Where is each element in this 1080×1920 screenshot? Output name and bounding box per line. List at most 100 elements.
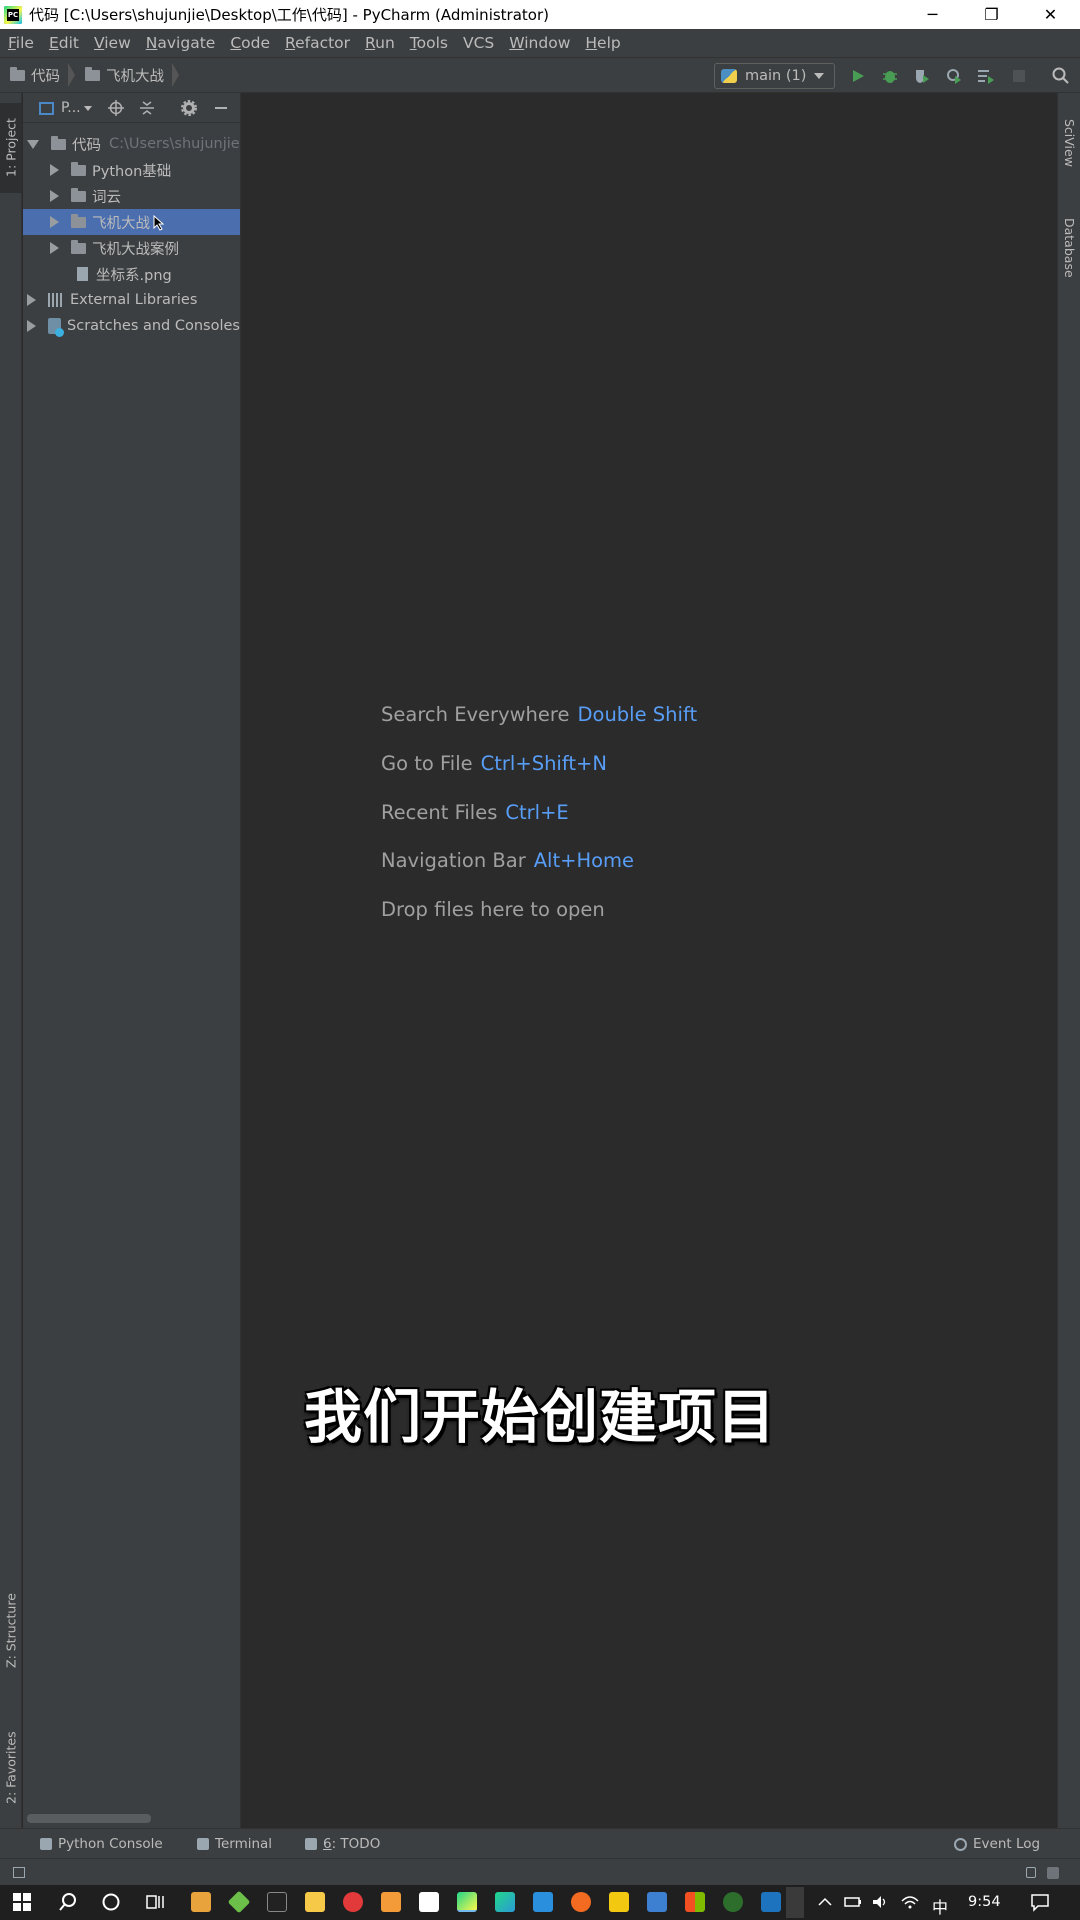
menu-navigate[interactable]: Navigate bbox=[146, 34, 216, 52]
tool-windows-toggle-icon[interactable] bbox=[13, 1867, 25, 1878]
project-view-selector[interactable]: P... bbox=[39, 100, 92, 116]
app-icon-blue[interactable] bbox=[647, 1892, 667, 1912]
wifi-icon[interactable] bbox=[900, 1892, 920, 1912]
tab-todo[interactable]: 6: TODO bbox=[305, 1836, 380, 1852]
menu-edit[interactable]: Edit bbox=[49, 34, 79, 52]
hide-panel-button[interactable] bbox=[213, 100, 229, 116]
tab-event-log[interactable]: Event Log bbox=[954, 1836, 1040, 1852]
tab-structure[interactable]: Z: Structure bbox=[0, 1583, 22, 1678]
taskbar-scroll-button[interactable] bbox=[786, 1887, 804, 1918]
cortana-icon[interactable] bbox=[101, 1892, 121, 1912]
search-icon[interactable] bbox=[58, 1892, 78, 1912]
stop-button[interactable] bbox=[1010, 67, 1028, 85]
hint-shortcut: Ctrl+E bbox=[505, 801, 569, 824]
breadcrumb-current-label: 飞机大战 bbox=[106, 68, 164, 85]
close-button[interactable]: ✕ bbox=[1021, 0, 1080, 29]
library-icon bbox=[48, 293, 64, 307]
run-with-coverage-button[interactable] bbox=[913, 67, 931, 85]
tree-root[interactable]: 代码 C:\Users\shujunjie bbox=[23, 131, 240, 157]
tab-favorites[interactable]: 2: Favorites bbox=[0, 1713, 22, 1823]
tab-project[interactable]: 1: Project bbox=[0, 103, 22, 193]
profile-button[interactable] bbox=[945, 67, 963, 85]
lock-icon[interactable] bbox=[1026, 1867, 1036, 1878]
breadcrumb-root[interactable]: 代码 bbox=[0, 63, 66, 87]
inspector-icon[interactable] bbox=[1047, 1867, 1059, 1879]
menu-window[interactable]: Window bbox=[509, 34, 570, 52]
hint-shortcut: Alt+Home bbox=[533, 849, 635, 872]
menu-tools[interactable]: Tools bbox=[410, 34, 448, 52]
editor-empty-area[interactable]: Search Everywhere Double Shift Go to File… bbox=[241, 93, 1057, 1828]
tab-python-console[interactable]: Python Console bbox=[40, 1836, 163, 1852]
tab-terminal[interactable]: Terminal bbox=[197, 1836, 272, 1852]
locate-file-button[interactable] bbox=[108, 100, 124, 116]
notes-app-icon[interactable] bbox=[305, 1892, 325, 1912]
tree-item-label: 词云 bbox=[92, 189, 121, 206]
concurrency-button[interactable] bbox=[977, 67, 995, 85]
tree-item-scratches[interactable]: Scratches and Consoles bbox=[23, 313, 240, 339]
python-console-icon bbox=[40, 1838, 52, 1850]
menu-run[interactable]: Run bbox=[365, 34, 395, 52]
battery-icon[interactable] bbox=[843, 1892, 863, 1912]
folder-icon bbox=[71, 187, 86, 202]
notification-icon[interactable] bbox=[1030, 1892, 1050, 1912]
app-icon-window[interactable] bbox=[761, 1892, 781, 1912]
netease-music-icon[interactable] bbox=[343, 1892, 363, 1912]
sublime-text-icon[interactable] bbox=[381, 1892, 401, 1912]
app-icon-green[interactable] bbox=[723, 1892, 743, 1912]
settings-button[interactable] bbox=[181, 100, 197, 116]
tree-item-label: Python基础 bbox=[92, 163, 172, 180]
bug-icon bbox=[883, 71, 897, 83]
vscode-icon[interactable] bbox=[533, 1892, 553, 1912]
search-everywhere-button[interactable] bbox=[1052, 67, 1070, 85]
hint-search-everywhere: Search Everywhere Double Shift bbox=[381, 703, 697, 726]
tree-item-external-libraries[interactable]: External Libraries bbox=[23, 287, 240, 313]
menu-help[interactable]: Help bbox=[585, 34, 620, 52]
hint-label: Navigation Bar bbox=[381, 849, 526, 872]
terminal-app-icon[interactable] bbox=[267, 1892, 287, 1912]
hint-shortcut: Double Shift bbox=[577, 703, 698, 726]
crosshair-icon bbox=[108, 100, 124, 116]
tree-item-plane-war-case[interactable]: 飞机大战案例 bbox=[23, 235, 240, 261]
debug-button[interactable] bbox=[881, 67, 899, 85]
app-icon-multicolor[interactable] bbox=[685, 1892, 705, 1912]
tree-item-png-file[interactable]: 坐标系.png bbox=[23, 261, 240, 287]
git-app-icon[interactable] bbox=[227, 1890, 251, 1914]
input-method-indicator[interactable]: 中 bbox=[932, 1894, 948, 1918]
tree-item-python-basics[interactable]: Python基础 bbox=[23, 157, 240, 183]
run-button[interactable] bbox=[849, 67, 867, 85]
windows-start-icon[interactable] bbox=[12, 1892, 32, 1912]
menu-code[interactable]: Code bbox=[230, 34, 270, 52]
python-icon bbox=[721, 69, 737, 83]
task-view-icon[interactable] bbox=[145, 1892, 165, 1912]
volume-icon[interactable] bbox=[870, 1892, 890, 1912]
tree-item-plane-war[interactable]: 飞机大战 bbox=[23, 209, 240, 235]
menu-refactor[interactable]: Refactor bbox=[285, 34, 350, 52]
run-configuration-select[interactable]: main (1) bbox=[714, 63, 835, 89]
minimize-icon bbox=[215, 107, 227, 109]
tree-item-label: External Libraries bbox=[70, 292, 198, 308]
restore-button[interactable]: ❐ bbox=[962, 0, 1021, 29]
breadcrumb-current[interactable]: 飞机大战 bbox=[75, 63, 170, 87]
clion-app-icon[interactable] bbox=[495, 1892, 515, 1912]
app-icon-orange[interactable] bbox=[571, 1892, 591, 1912]
typora-app-icon[interactable] bbox=[419, 1892, 439, 1912]
menu-file[interactable]: File bbox=[8, 34, 34, 52]
terminal-icon bbox=[197, 1838, 209, 1850]
tab-sciview[interactable]: SciView bbox=[1058, 103, 1080, 183]
folder-icon bbox=[10, 66, 25, 81]
horizontal-scrollbar[interactable] bbox=[27, 1814, 151, 1823]
menu-vcs[interactable]: VCS bbox=[463, 34, 494, 52]
folder-icon bbox=[71, 239, 86, 254]
pycharm-taskbar-icon[interactable] bbox=[457, 1892, 477, 1912]
clock[interactable]: 9:54 bbox=[968, 1894, 1001, 1910]
app-icon-1[interactable] bbox=[191, 1892, 211, 1912]
chevron-up-icon[interactable] bbox=[815, 1892, 835, 1912]
breadcrumb-separator bbox=[68, 63, 75, 87]
collapse-all-button[interactable] bbox=[139, 100, 155, 116]
tree-item-wordcloud[interactable]: 词云 bbox=[23, 183, 240, 209]
todo-list-icon bbox=[305, 1838, 317, 1850]
tab-database[interactable]: Database bbox=[1058, 203, 1080, 293]
menu-view[interactable]: View bbox=[94, 34, 131, 52]
minimize-button[interactable]: ─ bbox=[903, 0, 962, 29]
app-icon-yellow[interactable] bbox=[609, 1892, 629, 1912]
